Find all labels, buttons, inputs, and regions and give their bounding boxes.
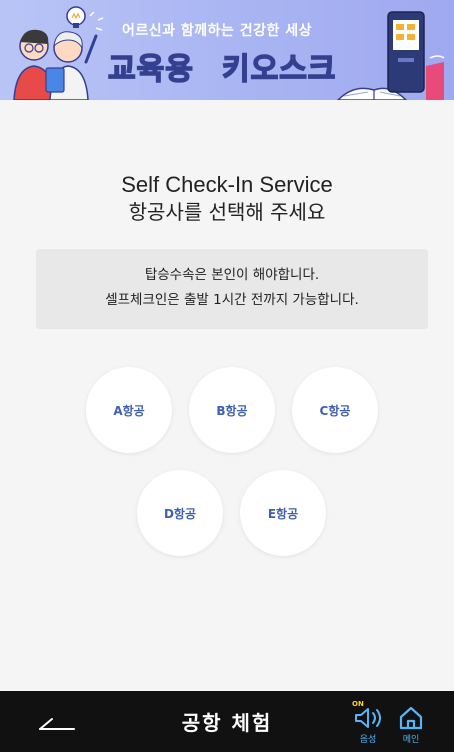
seniors-illustration: [13, 6, 104, 100]
bottom-nav-bar: 공항 체험 ON 음성 메인: [0, 691, 454, 752]
speaker-icon: [355, 708, 381, 728]
heading-english: Self Check-In Service: [121, 172, 333, 197]
top-banner: 어르신과 함께하는 건강한 세상 교육용 키오스크: [0, 0, 454, 100]
voice-button[interactable]: ON 음성: [350, 699, 386, 747]
notice-line-1: 탑승수속은 본인이 해야합니다.: [144, 267, 320, 283]
airline-button-a[interactable]: A항공: [86, 367, 172, 453]
banner-title-edu: 교육용: [107, 51, 194, 88]
kiosk-screen: 어르신과 함께하는 건강한 세상 교육용 키오스크 Self Check-In …: [0, 0, 454, 752]
airline-button-b[interactable]: B항공: [189, 367, 275, 453]
voice-label: 음성: [359, 735, 377, 745]
notice-box: 탑승수속은 본인이 해야합니다. 셀프체크인은 출발 1시간 전까지 가능합니다…: [36, 249, 428, 329]
banner-subtitle: 어르신과 함께하는 건강한 세상: [122, 23, 313, 39]
airline-button-d[interactable]: D항공: [137, 470, 223, 556]
page-heading: Self Check-In Service 항공사를 선택해 주세요: [0, 172, 454, 226]
airline-button-c[interactable]: C항공: [292, 367, 378, 453]
main-label: 메인: [402, 735, 420, 745]
kiosk-book-illustration: [336, 11, 445, 100]
banner-title-kiosk: 키오스크: [221, 51, 337, 88]
heading-korean: 항공사를 선택해 주세요: [128, 200, 326, 224]
notice-line-2: 셀프체크인은 출발 1시간 전까지 가능합니다.: [105, 292, 359, 308]
home-icon: [399, 706, 423, 730]
main-home-button[interactable]: 메인: [396, 699, 426, 747]
airline-button-e[interactable]: E항공: [240, 470, 326, 556]
